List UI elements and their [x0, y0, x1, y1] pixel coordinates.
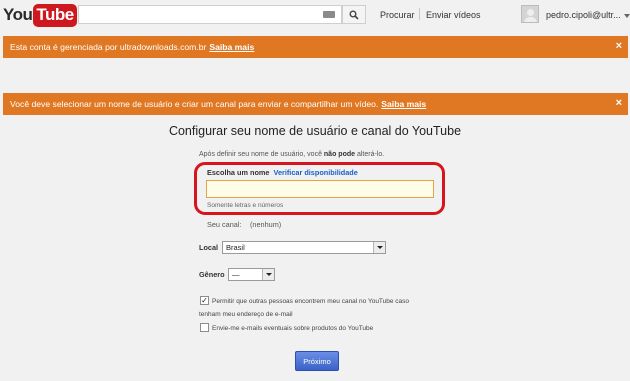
- allow-find-checkbox[interactable]: ✓: [200, 296, 209, 305]
- choose-name-row: Escolha um nome Verificar disponibilidad…: [207, 168, 358, 177]
- allow-find-label-cont: tenham meu endereço de e-mail: [199, 311, 293, 318]
- allow-find-label: Permitir que outras pessoas encontrem me…: [212, 298, 410, 305]
- avatar-head-icon: [527, 9, 534, 16]
- choose-name-label: Escolha um nome: [207, 168, 270, 177]
- notice-text: Você deve selecionar um nome de usuário …: [10, 99, 379, 109]
- avatar-body-icon: [524, 17, 537, 22]
- search-icon: [349, 10, 359, 20]
- search-button[interactable]: [342, 5, 366, 24]
- managed-account-notice: Esta conta é gerenciada por ultradownloa…: [3, 36, 628, 58]
- keyboard-icon[interactable]: [323, 11, 335, 18]
- page-title: Configurar seu nome de usuário e canal d…: [168, 124, 462, 138]
- checkmark-icon: ✓: [201, 296, 208, 305]
- username-warning: Após definir seu nome de usuário, você n…: [199, 151, 384, 158]
- warning-text-post: alterá-lo.: [355, 151, 385, 158]
- close-icon[interactable]: ×: [616, 40, 622, 53]
- username-required-notice: Você deve selecionar um nome de usuário …: [3, 93, 628, 115]
- location-value: Brasil: [226, 243, 245, 252]
- upload-link[interactable]: Enviar vídeos: [426, 10, 481, 20]
- location-label: Local: [199, 243, 219, 252]
- user-name[interactable]: pedro.cipoli@ultr...: [546, 10, 621, 20]
- warning-text-pre: Após definir seu nome de usuário, você: [199, 151, 324, 158]
- channel-label: Seu canal:: [207, 220, 242, 229]
- chevron-down-icon: [373, 242, 385, 253]
- masthead: You Tube Procurar Enviar vídeos pedro.ci…: [0, 0, 630, 30]
- email-updates-checkbox[interactable]: [200, 323, 209, 332]
- gender-value: —: [232, 270, 240, 279]
- logo-tube-text: Tube: [33, 3, 77, 27]
- youtube-logo[interactable]: You Tube: [3, 3, 77, 27]
- learn-more-link[interactable]: Saiba mais: [209, 42, 254, 52]
- channel-value: (nenhum): [250, 220, 282, 229]
- warning-text-bold: não pode: [323, 151, 356, 158]
- notice-text: Esta conta é gerenciada por ultradownloa…: [10, 42, 207, 52]
- avatar[interactable]: [521, 5, 539, 23]
- username-hint: Somente letras e números: [207, 202, 284, 209]
- next-button[interactable]: Próximo: [295, 351, 339, 371]
- learn-more-link[interactable]: Saiba mais: [381, 99, 426, 109]
- close-icon[interactable]: ×: [616, 97, 622, 110]
- username-input[interactable]: [206, 180, 434, 198]
- check-availability-link[interactable]: Verificar disponibilidade: [273, 168, 357, 177]
- gender-label: Gênero: [199, 270, 225, 279]
- search-input[interactable]: [78, 5, 342, 24]
- location-select[interactable]: Brasil: [222, 241, 386, 254]
- header-divider: [419, 8, 420, 20]
- logo-you-text: You: [3, 5, 33, 24]
- email-updates-label: Envie-me e-mails eventuais sobre produto…: [212, 325, 374, 332]
- chevron-down-icon[interactable]: [624, 14, 630, 18]
- search-link[interactable]: Procurar: [380, 10, 415, 20]
- chevron-down-icon: [262, 269, 274, 280]
- gender-select[interactable]: —: [228, 268, 275, 281]
